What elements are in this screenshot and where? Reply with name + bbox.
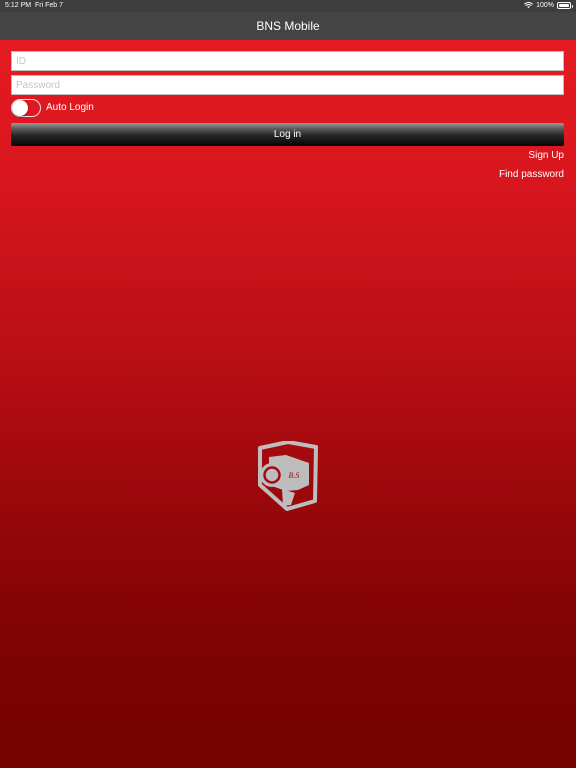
logo-monogram: B.S (289, 471, 300, 480)
battery-percentage: 100% (536, 1, 554, 9)
page-title: BNS Mobile (256, 19, 320, 33)
wifi-icon (524, 2, 534, 9)
status-indicators: 100% (524, 1, 573, 9)
status-bar: 5:12 PM Fri Feb 7 100% (0, 0, 576, 12)
battery-icon (557, 1, 573, 9)
status-date: Fri Feb 7 (35, 2, 64, 9)
navigation-bar: BNS Mobile (0, 12, 576, 40)
toggle-knob (12, 100, 28, 116)
battery-fill (559, 3, 569, 7)
status-time: 5:12 PM (5, 2, 32, 9)
password-input[interactable] (11, 75, 564, 95)
login-button[interactable]: Log in (11, 123, 564, 146)
id-input[interactable] (11, 51, 564, 71)
find-password-link[interactable]: Find password (499, 169, 564, 180)
auto-login-toggle[interactable] (11, 99, 41, 117)
security-camera-shield-logo: B.S (258, 441, 318, 511)
sign-up-link[interactable]: Sign Up (528, 150, 564, 161)
auto-login-label: Auto Login (46, 102, 94, 113)
